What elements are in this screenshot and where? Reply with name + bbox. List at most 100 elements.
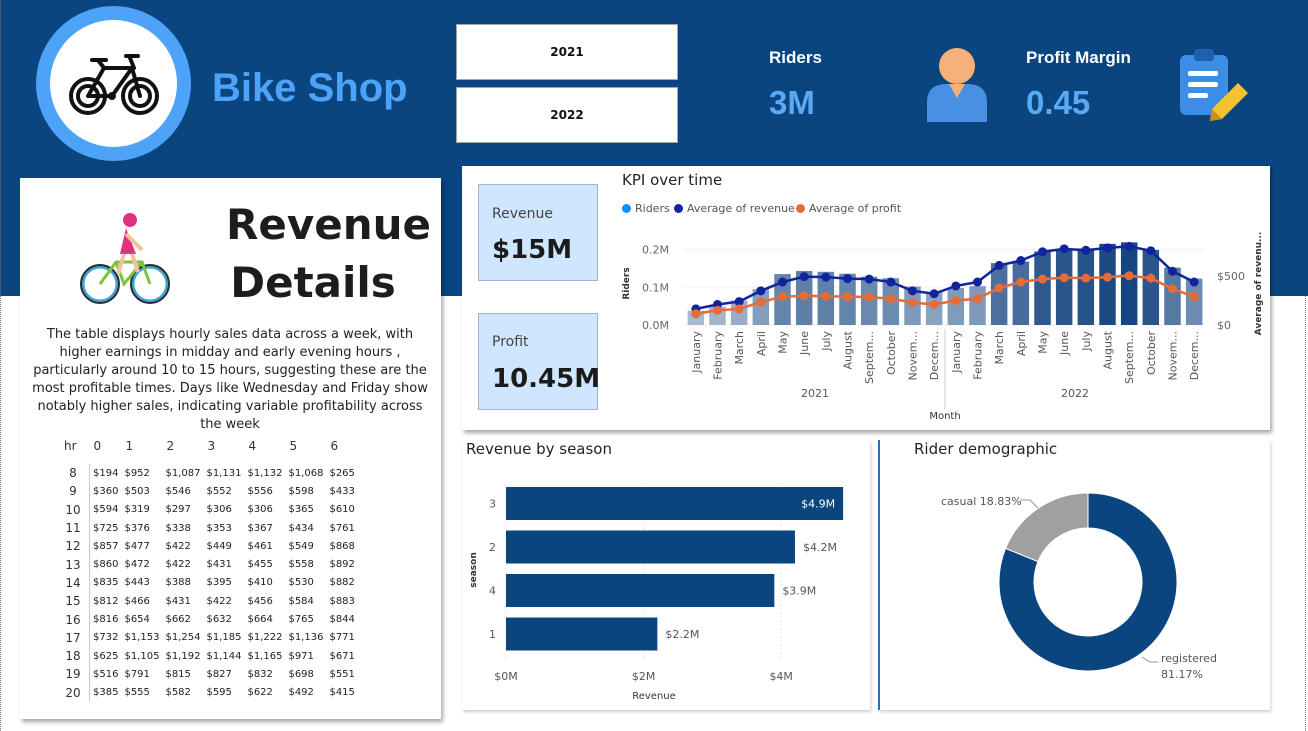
table-cell-revenue: $1,131 (206, 467, 242, 479)
x-tick-label: July (820, 331, 833, 352)
revenue-point (1059, 244, 1069, 254)
revenue-point (1038, 247, 1047, 257)
table-cell-hour: 9 (60, 482, 90, 501)
rider-demographic-chart[interactable]: casual 18.83% registered 81.17% (880, 470, 1270, 706)
season-bar (506, 530, 795, 564)
profit-card[interactable]: Profit 10.45M (478, 313, 600, 410)
legend-profit[interactable]: Average of profit (796, 202, 901, 215)
profit-margin-label: Profit Margin (1026, 48, 1131, 67)
table-cell-revenue: $1,136 (288, 632, 324, 644)
y-tick-label: 0.1M (642, 281, 669, 294)
year-button-2022[interactable]: 2022 (456, 87, 678, 143)
year-group-label: 2021 (801, 387, 829, 400)
table-row: 14 $835 $443 $388 $395 $410 $530 $882 (60, 573, 358, 593)
x-tick-label: March (993, 331, 1006, 365)
table-cell-revenue: $388 (165, 577, 191, 589)
table-header-day[interactable]: 4 (244, 438, 285, 464)
table-cell-revenue: $546 (165, 485, 191, 497)
rider-demographic-title: Rider demographic (914, 440, 1058, 458)
profit-point (1146, 273, 1156, 283)
table-cell-revenue: $265 (329, 467, 355, 479)
table-cell-revenue: $449 (206, 540, 232, 552)
table-cell-revenue: $765 (288, 614, 314, 626)
profit-point (1081, 273, 1091, 283)
profit-point (1103, 272, 1112, 282)
revenue-point (799, 272, 809, 282)
revenue-details-description: The table displays hourly sales data acr… (32, 327, 428, 432)
registered-leader-line (1141, 656, 1158, 663)
profit-point (864, 292, 874, 302)
table-cell-revenue: $353 (206, 522, 232, 534)
table-cell-revenue: $835 (93, 577, 119, 589)
table-cell-revenue: $952 (124, 467, 150, 479)
table-header-day[interactable]: 6 (326, 438, 357, 464)
table-header-day[interactable]: 2 (162, 438, 203, 464)
profit-point (843, 292, 852, 302)
riders-bar (1099, 243, 1116, 325)
data-label: $4.9M (801, 498, 835, 511)
table-cell-hour: 15 (60, 592, 90, 611)
table-header-day[interactable]: 0 (90, 438, 122, 464)
table-cell-revenue: $456 (247, 595, 273, 607)
x-tick-label: Novem... (907, 331, 920, 380)
registered-data-percent: 81.17% (1161, 668, 1203, 681)
season-bar (506, 574, 775, 607)
legend-revenue[interactable]: Average of revenue (674, 202, 795, 215)
legend-riders[interactable]: Riders (622, 202, 670, 215)
table-cell-revenue: $832 (247, 668, 273, 680)
brand-title: Bike Shop (212, 66, 408, 110)
revenue-by-season-chart[interactable]: $0M $2M $4M 3 $4.9M 2 $4.2M 4 $3.9M 1 $2.2M season R… (462, 470, 870, 706)
kpi-over-time-chart[interactable]: 0.0M 0.1M 0.2M $0 $500 Riders Average of reven… (615, 222, 1270, 424)
table-cell-revenue: $194 (93, 467, 119, 479)
table-cell-revenue: $472 (124, 559, 150, 571)
table-cell-revenue: $844 (329, 614, 355, 626)
x-tick-label: Novem... (1167, 331, 1180, 380)
y-tick-label: 1 (489, 628, 496, 641)
revenue-point (1103, 243, 1112, 253)
profit-point (886, 294, 896, 304)
table-cell-revenue: $530 (288, 577, 314, 589)
table-cell-revenue: $466 (124, 595, 150, 607)
x-tick-label: Decem... (928, 331, 941, 380)
table-cell-revenue: $306 (206, 504, 232, 516)
riders-bar (1077, 248, 1095, 325)
table-cell-revenue: $503 (124, 485, 150, 497)
revenue-card[interactable]: Revenue $15M (478, 184, 598, 281)
table-header-hr[interactable]: hr (60, 438, 90, 464)
table-cell-revenue: $433 (329, 485, 355, 497)
table-row: 13 $860 $472 $422 $431 $455 $558 $892 (60, 555, 358, 574)
table-cell-revenue: $338 (165, 522, 191, 534)
table-cell-revenue: $551 (329, 668, 355, 680)
revenue-point (994, 260, 1004, 270)
year-group-label: 2022 (1061, 387, 1089, 400)
table-cell-revenue: $360 (93, 485, 119, 497)
revenue-point (886, 277, 896, 287)
table-cell-hour: 12 (60, 537, 90, 556)
clipboard-edit-icon (1180, 49, 1248, 121)
table-cell-hour: 10 (60, 500, 90, 519)
riders-bar (1012, 261, 1030, 325)
user-icon (927, 48, 987, 122)
revenue-point (951, 281, 961, 291)
x-tick-label: March (733, 331, 746, 365)
table-row: 10 $594 $319 $297 $306 $306 $365 $610 (60, 500, 358, 519)
table-header-day[interactable]: 3 (203, 438, 244, 464)
kpi-over-time-title: KPI over time (622, 171, 723, 189)
year-button-2021[interactable]: 2021 (456, 24, 678, 80)
table-cell-hour: 16 (60, 610, 90, 629)
x-axis-title: Month (929, 411, 960, 422)
table-cell-revenue: $1,222 (247, 632, 283, 644)
table-cell-revenue: $422 (165, 559, 191, 571)
table-cell-revenue: $732 (93, 632, 119, 644)
profit-point (778, 292, 787, 302)
table-cell-hour: 8 (60, 464, 90, 483)
table-header-day[interactable]: 5 (285, 438, 326, 464)
table-cell-revenue: $385 (93, 687, 119, 699)
logo-inner (50, 20, 177, 147)
profit-point (929, 299, 939, 309)
revenue-point (1146, 246, 1156, 256)
table-cell-revenue: $1,087 (165, 467, 201, 479)
table-cell-revenue: $415 (329, 687, 355, 699)
x-tick-label: April (755, 331, 768, 356)
table-header-day[interactable]: 1 (121, 438, 162, 464)
